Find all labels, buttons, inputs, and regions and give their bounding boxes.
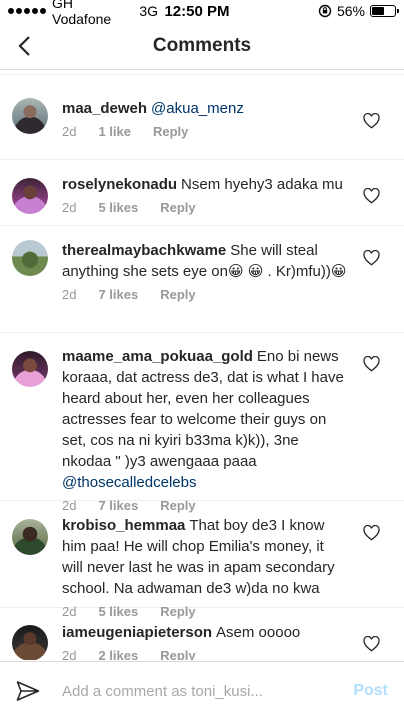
comment-item: maa_deweh @akua_menz 2d 1 like Reply	[0, 75, 404, 160]
comment-age: 2d	[62, 287, 77, 302]
reply-button[interactable]: Reply	[160, 200, 195, 215]
comment-meta: 2d 2 likes Reply	[62, 648, 348, 660]
heart-icon[interactable]	[363, 188, 380, 204]
status-right: 56%	[246, 3, 399, 19]
battery-percent: 56%	[336, 3, 365, 19]
comment-body: Nsem hyehy3 adaka mu	[181, 176, 343, 193]
comment-username[interactable]: roselynekonadu	[62, 176, 177, 193]
chevron-left-icon	[18, 36, 30, 56]
comment-item: iameugeniapieterson Asem ooooo 2d 2 likes…	[0, 608, 404, 660]
status-bar: GH Vodafone 3G 12:50 PM 56%	[0, 0, 404, 27]
page-title: Comments	[152, 34, 252, 56]
comment-item: therealmaybachkwame She will steal anythi…	[0, 226, 404, 333]
avatar[interactable]	[12, 98, 48, 134]
status-time: 12:50 PM	[164, 2, 230, 20]
comment-item: krobiso_hemmaa That boy de3 I know him pa…	[0, 501, 404, 619]
rotation-lock-icon	[318, 4, 332, 18]
comment-mention[interactable]: @thosecalledcelebs	[62, 474, 196, 491]
comment-age: 2d	[62, 200, 77, 215]
comment-likes[interactable]: 7 likes	[98, 287, 138, 302]
heart-icon[interactable]	[363, 356, 380, 372]
paper-plane-icon[interactable]	[16, 680, 40, 702]
heart-icon[interactable]	[363, 525, 380, 541]
back-button[interactable]	[8, 30, 40, 62]
comment-age: 2d	[62, 124, 77, 139]
comment-meta: 2d 1 like Reply	[62, 124, 348, 139]
heart-icon[interactable]	[363, 636, 380, 652]
comment-username[interactable]: maame_ama_pokuaa_gold	[62, 348, 253, 365]
comment-item: maame_ama_pokuaa_gold Eno bi news koraaa,…	[0, 333, 404, 513]
comment-meta: 2d 7 likes Reply	[62, 287, 348, 302]
comment-text: roselynekonadu Nsem hyehy3 adaka mu	[62, 174, 348, 195]
comment-username[interactable]: maa_deweh	[62, 100, 147, 117]
comment-username[interactable]: krobiso_hemmaa	[62, 517, 185, 534]
comment-likes[interactable]: 1 like	[98, 124, 131, 139]
comment-text: maame_ama_pokuaa_gold Eno bi news koraaa,…	[62, 346, 348, 493]
comment-username[interactable]: therealmaybachkwame	[62, 242, 226, 259]
avatar[interactable]	[12, 240, 48, 276]
heart-icon[interactable]	[363, 113, 380, 129]
comment-item: roselynekonadu Nsem hyehy3 adaka mu 2d 5 …	[0, 160, 404, 226]
avatar[interactable]	[12, 351, 48, 387]
comment-text: krobiso_hemmaa That boy de3 I know him pa…	[62, 515, 348, 599]
heart-icon[interactable]	[363, 250, 380, 266]
post-button[interactable]: Post	[353, 682, 388, 700]
comment-body: Eno bi news koraaa, dat actress de3, dat…	[62, 348, 344, 470]
battery-fill	[372, 7, 385, 15]
reply-button[interactable]: Reply	[160, 648, 195, 660]
avatar[interactable]	[12, 519, 48, 555]
nav-bar: Comments	[0, 22, 404, 70]
battery-icon	[370, 5, 399, 17]
comment-input[interactable]	[62, 682, 354, 700]
avatar[interactable]	[12, 625, 48, 660]
comment-likes[interactable]: 5 likes	[98, 200, 138, 215]
comment-text: therealmaybachkwame She will steal anythi…	[62, 240, 348, 282]
comment-mention[interactable]: @akua_menz	[151, 100, 244, 117]
comment-text: maa_deweh @akua_menz	[62, 98, 348, 119]
comment-likes[interactable]: 2 likes	[98, 648, 138, 660]
comment-username[interactable]: iameugeniapieterson	[62, 624, 212, 641]
comment-composer: Post	[0, 661, 404, 720]
signal-strength-icon	[8, 8, 46, 14]
avatar[interactable]	[12, 178, 48, 214]
comment-age: 2d	[62, 648, 77, 660]
reply-button[interactable]: Reply	[153, 124, 188, 139]
comment-body: Asem ooooo	[216, 624, 301, 641]
comment-text: iameugeniapieterson Asem ooooo	[62, 622, 348, 643]
comment-list[interactable]: maa_deweh @akua_menz 2d 1 like Reply rose…	[0, 71, 404, 660]
reply-button[interactable]: Reply	[160, 287, 195, 302]
comment-meta: 2d 5 likes Reply	[62, 200, 348, 215]
